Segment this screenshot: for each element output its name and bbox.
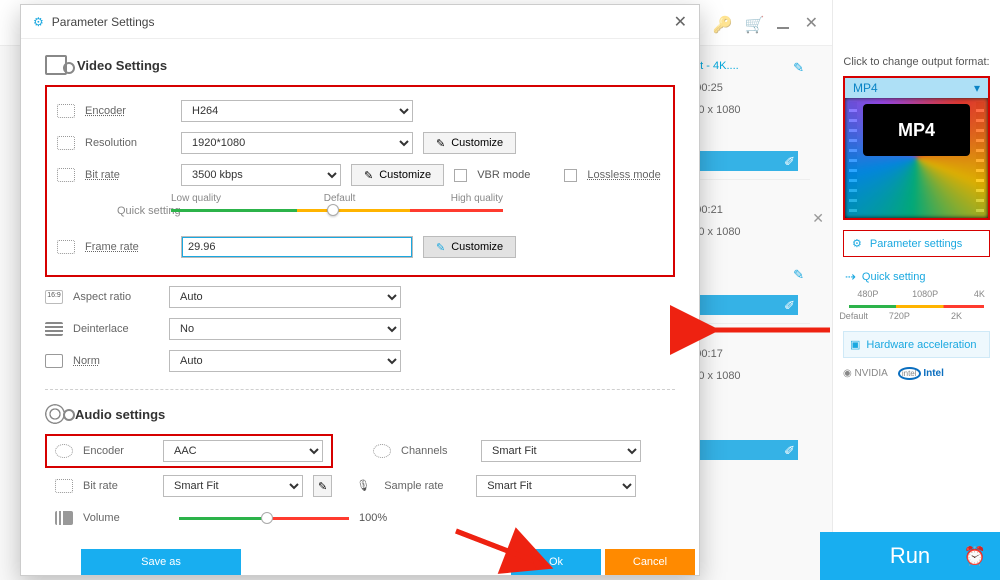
video-bitrate-select[interactable]: 3500 kbps <box>181 164 341 186</box>
channels-label: Channels <box>401 445 471 457</box>
deinterlace-icon <box>45 322 63 336</box>
close-button[interactable]: ✕ <box>805 13 818 33</box>
mic-icon: 🎙 <box>356 479 374 493</box>
sliders-icon: ⚙ <box>852 237 862 250</box>
audio-encoder-highlight: Encoder AAC <box>45 434 333 468</box>
edit-icon[interactable]: ✐ <box>784 298 795 312</box>
deinterlace-select[interactable]: No <box>169 318 401 340</box>
aspect-label: Aspect ratio <box>73 291 159 303</box>
volume-label: Volume <box>83 512 169 524</box>
dialog-footer: Save as Ok Cancel <box>21 549 699 575</box>
samplerate-label: Sample rate <box>384 480 466 492</box>
bitrate-customize-button[interactable]: ✎Customize <box>351 164 444 186</box>
edit-icon[interactable]: ✐ <box>784 443 795 457</box>
dialog-title: Parameter Settings <box>52 15 155 29</box>
framerate-icon <box>57 240 75 254</box>
audio-encoder-icon <box>55 444 73 458</box>
nvidia-badge: ◉ NVIDIA <box>843 368 888 379</box>
samplerate-select[interactable]: Smart Fit <box>476 475 636 497</box>
video-settings-heading: Video Settings <box>45 55 675 75</box>
resolution-label: Resolution <box>85 137 171 149</box>
gpu-vendors: ◉ NVIDIA intel Intel <box>843 368 990 379</box>
output-format-card[interactable]: MP4 ▾ MP4 <box>843 76 990 220</box>
audio-bitrate-label: Bit rate <box>83 480 153 492</box>
framerate-customize-button[interactable]: ✎Customize <box>423 236 516 258</box>
deinterlace-label: Deinterlace <box>73 323 159 335</box>
sliders-icon: ⚙ <box>33 15 44 29</box>
framerate-input[interactable] <box>181 236 413 258</box>
aspect-select[interactable]: Auto <box>169 286 401 308</box>
intel-badge: intel Intel <box>898 368 944 379</box>
lossless-label: Lossless mode <box>587 169 660 181</box>
output-hint: Click to change output format: <box>833 46 1000 74</box>
channels-select[interactable]: Smart Fit <box>481 440 641 462</box>
remove-icon[interactable]: ✕ <box>812 210 824 227</box>
norm-select[interactable]: Auto <box>169 350 401 372</box>
edit-icon[interactable]: ✐ <box>784 154 795 168</box>
lossless-checkbox[interactable] <box>564 169 577 182</box>
vbr-checkbox[interactable] <box>454 169 467 182</box>
audio-bitrate-edit-button[interactable]: ✎ <box>313 475 332 497</box>
norm-icon <box>45 354 63 368</box>
cart-icon[interactable]: 🛒 <box>745 15 761 31</box>
framerate-label: Frame rate <box>85 241 171 253</box>
vbr-label: VBR mode <box>477 169 530 181</box>
quick-setting-label: ⇢Quick setting <box>845 269 988 285</box>
quality-slider[interactable]: Low quality Default High quality <box>171 193 503 221</box>
pencil-icon[interactable]: ✎ <box>793 267 804 283</box>
volume-slider[interactable] <box>179 511 349 525</box>
pencil-icon[interactable]: ✎ <box>793 60 804 76</box>
volume-value: 100% <box>359 512 387 524</box>
ok-button[interactable]: Ok <box>511 549 601 575</box>
format-label: MP4 <box>853 81 878 95</box>
channels-icon <box>373 444 391 458</box>
gear-icon <box>57 104 75 118</box>
output-panel: Click to change output format: MP4 ▾ MP4… <box>832 0 1000 580</box>
hardware-accel-toggle[interactable]: ▣ Hardware acceleration <box>843 331 990 358</box>
key-icon[interactable]: 🔑 <box>713 15 729 31</box>
chevron-down-icon[interactable]: ▾ <box>974 81 980 95</box>
cancel-button[interactable]: Cancel <box>605 549 695 575</box>
quick-setting-slider[interactable]: 480P 1080P 4K Default 720P 2K <box>845 289 988 325</box>
encoder-label: Encoder <box>85 105 171 117</box>
speaker-icon <box>45 404 65 424</box>
dialog-titlebar: ⚙ Parameter Settings ✕ <box>21 5 699 39</box>
audio-bitrate-select[interactable]: Smart Fit <box>163 475 303 497</box>
save-as-button[interactable]: Save as <box>81 549 241 575</box>
minimize-button[interactable] <box>777 27 789 29</box>
film-icon <box>45 55 67 75</box>
parameter-settings-dialog: ⚙ Parameter Settings ✕ Video Settings En… <box>20 4 700 576</box>
close-icon[interactable]: ✕ <box>674 12 687 32</box>
volume-icon <box>55 511 73 525</box>
parameter-settings-button[interactable]: ⚙ Parameter settings <box>843 230 990 257</box>
chip-icon: ▣ <box>850 338 860 351</box>
resolution-select[interactable]: 1920*1080 <box>181 132 413 154</box>
run-button[interactable]: Run ⏰ <box>820 532 1000 580</box>
audio-bitrate-icon <box>55 479 73 493</box>
norm-label: Norm <box>73 355 159 367</box>
video-highlight-box: Encoder H264 Resolution 1920*1080 ✎Custo… <box>45 85 675 277</box>
resolution-icon <box>57 136 75 150</box>
resolution-customize-button[interactable]: ✎Customize <box>423 132 516 154</box>
bitrate-icon <box>57 168 75 182</box>
audio-encoder-select[interactable]: AAC <box>163 440 323 462</box>
alarm-icon[interactable]: ⏰ <box>964 546 986 567</box>
audio-encoder-label: Encoder <box>83 445 153 457</box>
format-thumbnail: MP4 <box>845 98 988 218</box>
audio-settings-heading: Audio settings <box>45 404 675 424</box>
aspect-icon: 16:9 <box>45 290 63 304</box>
video-encoder-select[interactable]: H264 <box>181 100 413 122</box>
bitrate-label: Bit rate <box>85 169 171 181</box>
